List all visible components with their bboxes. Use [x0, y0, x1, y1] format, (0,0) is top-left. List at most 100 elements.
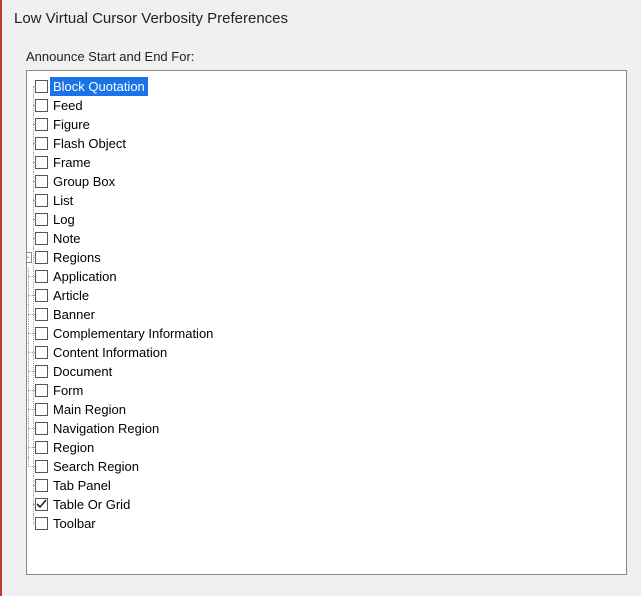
checkbox-regions[interactable] — [35, 251, 48, 264]
tree-row-regions[interactable]: −Regions — [35, 248, 626, 267]
checkbox-form[interactable] — [35, 384, 48, 397]
checkbox-article[interactable] — [35, 289, 48, 302]
tree-node-navigation-region: Navigation Region — [35, 419, 626, 438]
tree-row-main-region[interactable]: Main Region — [35, 400, 626, 419]
checkbox-frame[interactable] — [35, 156, 48, 169]
tree-label-toolbar[interactable]: Toolbar — [50, 514, 99, 533]
tree-label-regions[interactable]: Regions — [50, 248, 104, 267]
tree-row-search-region[interactable]: Search Region — [35, 457, 626, 476]
tree-node-main-region: Main Region — [35, 400, 626, 419]
tree-label-document[interactable]: Document — [50, 362, 115, 381]
tree-label-banner[interactable]: Banner — [50, 305, 98, 324]
tree-label-article[interactable]: Article — [50, 286, 92, 305]
tree-row-navigation-region[interactable]: Navigation Region — [35, 419, 626, 438]
tree-row-figure[interactable]: Figure — [35, 115, 626, 134]
tree-node-content-information: Content Information — [35, 343, 626, 362]
tree-row-note[interactable]: Note — [35, 229, 626, 248]
tree-label-navigation-region[interactable]: Navigation Region — [50, 419, 162, 438]
tree-node-banner: Banner — [35, 305, 626, 324]
tree-row-application[interactable]: Application — [35, 267, 626, 286]
tree-node-regions: −RegionsApplicationArticleBannerCompleme… — [35, 248, 626, 476]
tree-label-flash-object[interactable]: Flash Object — [50, 134, 129, 153]
tree-row-flash-object[interactable]: Flash Object — [35, 134, 626, 153]
tree-row-block-quotation[interactable]: Block Quotation — [35, 77, 626, 96]
checkbox-block-quotation[interactable] — [35, 80, 48, 93]
tree-label-application[interactable]: Application — [50, 267, 120, 286]
tree-row-log[interactable]: Log — [35, 210, 626, 229]
checkbox-log[interactable] — [35, 213, 48, 226]
tree-row-complementary-information[interactable]: Complementary Information — [35, 324, 626, 343]
tree-node-log: Log — [35, 210, 626, 229]
checkbox-table-or-grid[interactable] — [35, 498, 48, 511]
tree-row-content-information[interactable]: Content Information — [35, 343, 626, 362]
tree-row-article[interactable]: Article — [35, 286, 626, 305]
section-label: Announce Start and End For: — [2, 27, 641, 68]
tree-row-frame[interactable]: Frame — [35, 153, 626, 172]
tree-label-main-region[interactable]: Main Region — [50, 400, 129, 419]
tree-label-note[interactable]: Note — [50, 229, 83, 248]
tree-label-feed[interactable]: Feed — [50, 96, 86, 115]
tree-node-flash-object: Flash Object — [35, 134, 626, 153]
tree-row-document[interactable]: Document — [35, 362, 626, 381]
checkbox-toolbar[interactable] — [35, 517, 48, 530]
tree-node-form: Form — [35, 381, 626, 400]
preferences-window: Low Virtual Cursor Verbosity Preferences… — [0, 0, 641, 596]
tree-node-list: List — [35, 191, 626, 210]
checkbox-region[interactable] — [35, 441, 48, 454]
tree-row-toolbar[interactable]: Toolbar — [35, 514, 626, 533]
checkbox-group-box[interactable] — [35, 175, 48, 188]
tree-node-complementary-information: Complementary Information — [35, 324, 626, 343]
tree-label-list[interactable]: List — [50, 191, 76, 210]
tree-node-search-region: Search Region — [35, 457, 626, 476]
checkbox-document[interactable] — [35, 365, 48, 378]
tree-row-form[interactable]: Form — [35, 381, 626, 400]
tree-node-tab-panel: Tab Panel — [35, 476, 626, 495]
page-title: Low Virtual Cursor Verbosity Preferences — [2, 10, 641, 27]
checkbox-tab-panel[interactable] — [35, 479, 48, 492]
tree-label-figure[interactable]: Figure — [50, 115, 93, 134]
checkbox-main-region[interactable] — [35, 403, 48, 416]
tree-node-document: Document — [35, 362, 626, 381]
checkbox-flash-object[interactable] — [35, 137, 48, 150]
checkbox-content-information[interactable] — [35, 346, 48, 359]
tree-label-log[interactable]: Log — [50, 210, 78, 229]
tree-row-list[interactable]: List — [35, 191, 626, 210]
tree-label-frame[interactable]: Frame — [50, 153, 94, 172]
tree-node-feed: Feed — [35, 96, 626, 115]
tree-node-figure: Figure — [35, 115, 626, 134]
checkbox-complementary-information[interactable] — [35, 327, 48, 340]
tree-label-region[interactable]: Region — [50, 438, 97, 457]
checkbox-feed[interactable] — [35, 99, 48, 112]
tree-label-group-box[interactable]: Group Box — [50, 172, 118, 191]
tree-label-complementary-information[interactable]: Complementary Information — [50, 324, 216, 343]
tree-label-content-information[interactable]: Content Information — [50, 343, 170, 362]
checkbox-figure[interactable] — [35, 118, 48, 131]
tree-node-block-quotation: Block Quotation — [35, 77, 626, 96]
tree-row-feed[interactable]: Feed — [35, 96, 626, 115]
tree-label-search-region[interactable]: Search Region — [50, 457, 142, 476]
tree-label-table-or-grid[interactable]: Table Or Grid — [50, 495, 133, 514]
expand-toggle-regions[interactable]: − — [26, 252, 32, 263]
tree-row-tab-panel[interactable]: Tab Panel — [35, 476, 626, 495]
tree-label-block-quotation[interactable]: Block Quotation — [50, 77, 148, 96]
checkbox-note[interactable] — [35, 232, 48, 245]
tree-node-article: Article — [35, 286, 626, 305]
tree-label-tab-panel[interactable]: Tab Panel — [50, 476, 114, 495]
tree-row-banner[interactable]: Banner — [35, 305, 626, 324]
tree-children-regions: ApplicationArticleBannerComplementary In… — [35, 267, 626, 476]
checkbox-list[interactable] — [35, 194, 48, 207]
tree-node-region: Region — [35, 438, 626, 457]
tree-node-note: Note — [35, 229, 626, 248]
tree-row-table-or-grid[interactable]: Table Or Grid — [35, 495, 626, 514]
tree-label-form[interactable]: Form — [50, 381, 86, 400]
checkbox-search-region[interactable] — [35, 460, 48, 473]
tree-node-group-box: Group Box — [35, 172, 626, 191]
checkbox-banner[interactable] — [35, 308, 48, 321]
checkbox-navigation-region[interactable] — [35, 422, 48, 435]
tree-row-region[interactable]: Region — [35, 438, 626, 457]
announce-tree[interactable]: Block QuotationFeedFigureFlash ObjectFra… — [27, 77, 626, 533]
checkbox-application[interactable] — [35, 270, 48, 283]
tree-node-frame: Frame — [35, 153, 626, 172]
announce-tree-panel: Block QuotationFeedFigureFlash ObjectFra… — [26, 70, 627, 575]
tree-row-group-box[interactable]: Group Box — [35, 172, 626, 191]
